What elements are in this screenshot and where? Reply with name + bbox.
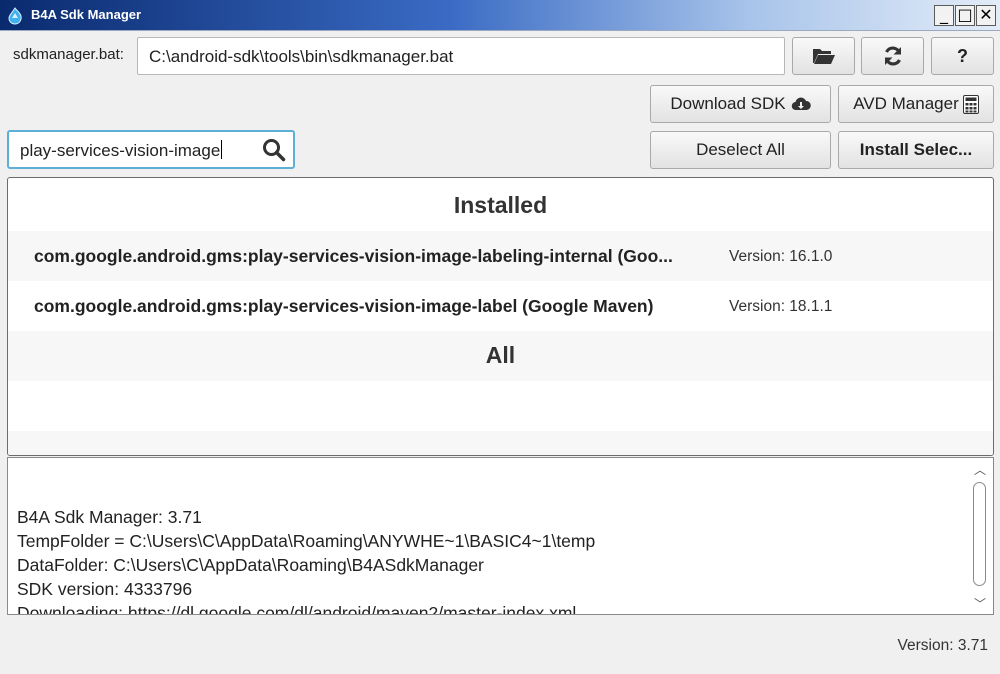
- sdkmanager-path-input[interactable]: C:\android-sdk\tools\bin\sdkmanager.bat: [137, 37, 785, 75]
- empty-row: [8, 431, 993, 455]
- log-line: DataFolder: C:\Users\C\AppData\Roaming\B…: [17, 555, 484, 575]
- log-line: SDK version: 4333796: [17, 579, 193, 599]
- avd-manager-button[interactable]: AVD Manager: [838, 85, 994, 123]
- search-field[interactable]: play-services-vision-image: [7, 130, 295, 169]
- search-query: play-services-vision-image: [20, 141, 221, 160]
- refresh-button[interactable]: [861, 37, 924, 75]
- help-button[interactable]: ?: [931, 37, 994, 75]
- scroll-down-icon[interactable]: ﹀: [971, 596, 989, 612]
- search-input[interactable]: play-services-vision-image: [20, 140, 223, 161]
- section-header-installed: Installed: [453, 192, 548, 218]
- section-header-all: All: [485, 342, 516, 368]
- package-version: Version: 16.1.0: [729, 248, 833, 265]
- scroll-up-icon[interactable]: ︿: [971, 462, 989, 478]
- download-sdk-button[interactable]: Download SDK: [650, 85, 831, 123]
- folder-open-icon: [812, 46, 836, 66]
- package-name: com.google.android.gms:play-services-vis…: [34, 246, 673, 266]
- title-bar[interactable]: B4A Sdk Manager _ □ ✕: [0, 0, 1000, 31]
- list-item[interactable]: com.google.android.gms:play-services-vis…: [8, 231, 993, 281]
- log-line: Downloading: https://dl.google.com/dl/an…: [17, 603, 577, 615]
- all-section-row: All: [8, 331, 993, 381]
- deselect-all-button[interactable]: Deselect All: [650, 131, 831, 169]
- empty-row: [8, 381, 993, 431]
- install-selected-button[interactable]: Install Selec...: [838, 131, 994, 169]
- cloud-download-icon: [791, 96, 811, 112]
- app-version-status: Version: 3.71: [897, 637, 988, 654]
- sdkmanager-path-label: sdkmanager.bat:: [13, 46, 124, 63]
- download-sdk-label: Download SDK: [670, 94, 786, 113]
- refresh-icon: [882, 45, 904, 67]
- scroll-thumb[interactable]: [973, 482, 986, 586]
- package-version: Version: 18.1.1: [729, 298, 833, 315]
- log-panel[interactable]: B4A Sdk Manager: 3.71 TempFolder = C:\Use…: [7, 457, 994, 615]
- calculator-icon: [962, 94, 979, 114]
- app-logo-icon: [6, 7, 24, 25]
- log-text: B4A Sdk Manager: 3.71 TempFolder = C:\Use…: [17, 505, 596, 615]
- maximize-button[interactable]: □: [955, 5, 975, 26]
- package-name: com.google.android.gms:play-services-vis…: [34, 296, 654, 316]
- avd-manager-label: AVD Manager: [853, 94, 959, 113]
- minimize-button[interactable]: _: [934, 5, 954, 26]
- list-item[interactable]: com.google.android.gms:play-services-vis…: [8, 281, 993, 331]
- log-line: B4A Sdk Manager: 3.71: [17, 507, 202, 527]
- window-title: B4A Sdk Manager: [31, 7, 142, 22]
- browse-button[interactable]: [792, 37, 855, 75]
- package-list[interactable]: Installed com.google.android.gms:play-se…: [7, 177, 994, 456]
- close-button[interactable]: ✕: [976, 5, 996, 26]
- text-caret: [221, 140, 223, 159]
- log-line: TempFolder = C:\Users\C\AppData\Roaming\…: [17, 531, 596, 551]
- log-scrollbar[interactable]: ︿ ﹀: [971, 462, 989, 612]
- search-icon[interactable]: [262, 138, 286, 166]
